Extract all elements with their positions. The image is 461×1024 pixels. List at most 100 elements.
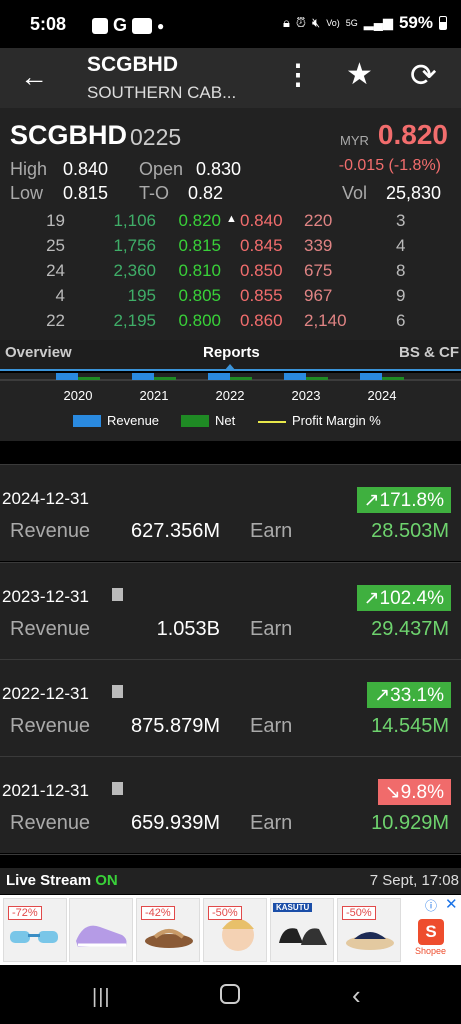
earn-label: Earn	[250, 618, 293, 640]
page-subtitle: SOUTHERN CAB...	[87, 83, 237, 102]
bid-queue: 4	[55, 286, 65, 305]
battery-icon	[439, 16, 447, 30]
youtube-icon	[132, 17, 153, 34]
bar-revenue-2023	[284, 373, 306, 380]
document-icon[interactable]	[112, 588, 123, 601]
revenue-label: Revenue	[10, 715, 91, 737]
bid-price: 0.810	[178, 261, 221, 280]
stock-number: 0225	[130, 124, 182, 150]
back-icon[interactable]: ‹	[352, 980, 361, 1011]
ask-volume: 339	[304, 236, 333, 255]
currency-label: MYR	[340, 133, 369, 148]
document-icon[interactable]	[112, 685, 123, 698]
depth-row[interactable]: 24 2,360 0.810 0.850 675 8	[0, 261, 461, 286]
ad-product-sandal[interactable]: -42%	[136, 898, 200, 962]
depth-row[interactable]: 19 1,106 0.820 ▲ 0.840 220 3	[0, 211, 461, 236]
bid-price: 0.805	[178, 286, 221, 305]
ad-info-icon[interactable]: ⓘ	[425, 897, 437, 914]
tab-bs-cf[interactable]: BS & CF	[399, 344, 459, 361]
revenue-label: Revenue	[10, 812, 91, 834]
open-label: Open	[139, 159, 184, 179]
more-vert-icon[interactable]: ⋮	[284, 60, 312, 90]
bar-revenue-2020	[56, 373, 78, 380]
bid-price: 0.820	[178, 211, 221, 230]
revenue-value: 1.053B	[156, 618, 220, 640]
bid-queue: 24	[46, 261, 65, 280]
ask-queue: 9	[396, 286, 406, 305]
report-item[interactable]: 2022-12-31 ↗33.1% Revenue 875.879M Earn …	[0, 660, 461, 756]
legend-label: Revenue	[107, 413, 160, 428]
volte-icon: Vo)	[326, 18, 340, 28]
ask-volume: 675	[304, 261, 333, 280]
shopee-label: Shopee	[415, 946, 447, 956]
close-icon[interactable]: ✕	[445, 895, 458, 913]
page-title: SCGBHD	[87, 53, 179, 76]
x-tick-label: 2022	[216, 388, 245, 403]
app-bar: ← SCGBHD SOUTHERN CAB... ⋮ ★ ⟳	[0, 48, 461, 108]
legend-revenue: Revenue	[73, 413, 159, 428]
signal-icon: ▂▄▆	[363, 15, 393, 30]
star-icon[interactable]: ★	[346, 58, 373, 92]
stock-code: SCGBHD	[10, 120, 128, 150]
to-label: T-O	[139, 183, 169, 203]
low-value: 0.815	[63, 183, 109, 203]
home-icon[interactable]	[220, 984, 240, 1004]
revenue-value: 659.939M	[131, 812, 220, 834]
dot-icon: ●	[157, 18, 165, 33]
earn-value: 10.929M	[371, 812, 449, 834]
report-item[interactable]: 2024-12-31 ↗171.8% Revenue 627.356M Earn…	[0, 465, 461, 561]
chart-svg: 2020 2021 2022 2023 2024	[0, 373, 461, 403]
earn-label: Earn	[250, 520, 293, 542]
revenue-value: 627.356M	[131, 520, 220, 542]
bar-net-2020	[78, 377, 100, 380]
revenue-label: Revenue	[10, 520, 91, 542]
revenue-swatch	[73, 414, 101, 427]
x-tick-label: 2020	[64, 388, 93, 403]
recent-apps-icon[interactable]: |||	[92, 986, 111, 1009]
tab-reports[interactable]: Reports	[203, 344, 260, 361]
change-badge: ↗102.4%	[356, 585, 451, 611]
lock-icon: 🔒︎	[282, 15, 290, 30]
discount-tag: -50%	[208, 906, 242, 920]
tab-overview[interactable]: Overview	[5, 344, 72, 361]
live-status: ON	[95, 872, 118, 889]
network-gen: 5G	[345, 18, 358, 28]
x-tick-label: 2021	[140, 388, 169, 403]
high-value: 0.840	[63, 159, 109, 179]
earn-label: Earn	[250, 812, 293, 834]
depth-row[interactable]: 4 195 0.805 0.855 967 9	[0, 286, 461, 311]
ad-product-toy[interactable]: -50%	[203, 898, 267, 962]
depth-row[interactable]: 22 2,195 0.800 0.860 2,140 6	[0, 311, 461, 336]
report-item[interactable]: 2021-12-31 ↘9.8% Revenue 659.939M Earn 1…	[0, 757, 461, 853]
ask-queue: 8	[396, 261, 406, 280]
bar-revenue-2021	[132, 373, 154, 380]
high-label: High	[10, 159, 48, 179]
shopee-logo-icon[interactable]: S	[418, 919, 444, 945]
ad-product-slipper[interactable]: -50%	[337, 898, 401, 962]
bid-queue: 19	[46, 211, 65, 230]
bid-queue: 25	[46, 236, 65, 255]
ad-banner[interactable]: -72% -42% -50% KASUTU -50% ⓘ ✕ S Shopee	[0, 895, 461, 965]
refresh-icon[interactable]: ⟳	[410, 58, 437, 92]
to-value: 0.82	[188, 183, 224, 203]
ad-product-shoes[interactable]: KASUTU	[270, 898, 334, 962]
document-icon[interactable]	[112, 782, 123, 795]
net-swatch	[181, 414, 209, 427]
revenue-value: 875.879M	[131, 715, 220, 737]
ask-queue: 3	[396, 211, 406, 230]
depth-row[interactable]: 25 1,756 0.815 0.845 339 4	[0, 236, 461, 261]
ad-product-sneaker[interactable]	[69, 898, 133, 962]
ask-queue: 4	[396, 236, 406, 255]
ad-product-sunglasses[interactable]: -72%	[3, 898, 67, 962]
report-item[interactable]: 2023-12-31 ↗102.4% Revenue 1.053B Earn 2…	[0, 563, 461, 659]
legend-label: Net	[215, 413, 236, 428]
back-arrow-icon[interactable]: ←	[20, 62, 48, 92]
current-price-marker-icon: ▲	[226, 213, 237, 225]
bid-queue: 22	[46, 311, 65, 330]
bid-price: 0.815	[178, 236, 221, 255]
last-price: 0.820	[377, 119, 448, 150]
brand-tag: KASUTU	[273, 903, 313, 912]
live-stream-bar[interactable]: Live Stream ON 7 Sept, 17:08	[0, 868, 461, 894]
vol-label: Vol	[342, 183, 368, 203]
open-value: 0.830	[196, 159, 242, 179]
